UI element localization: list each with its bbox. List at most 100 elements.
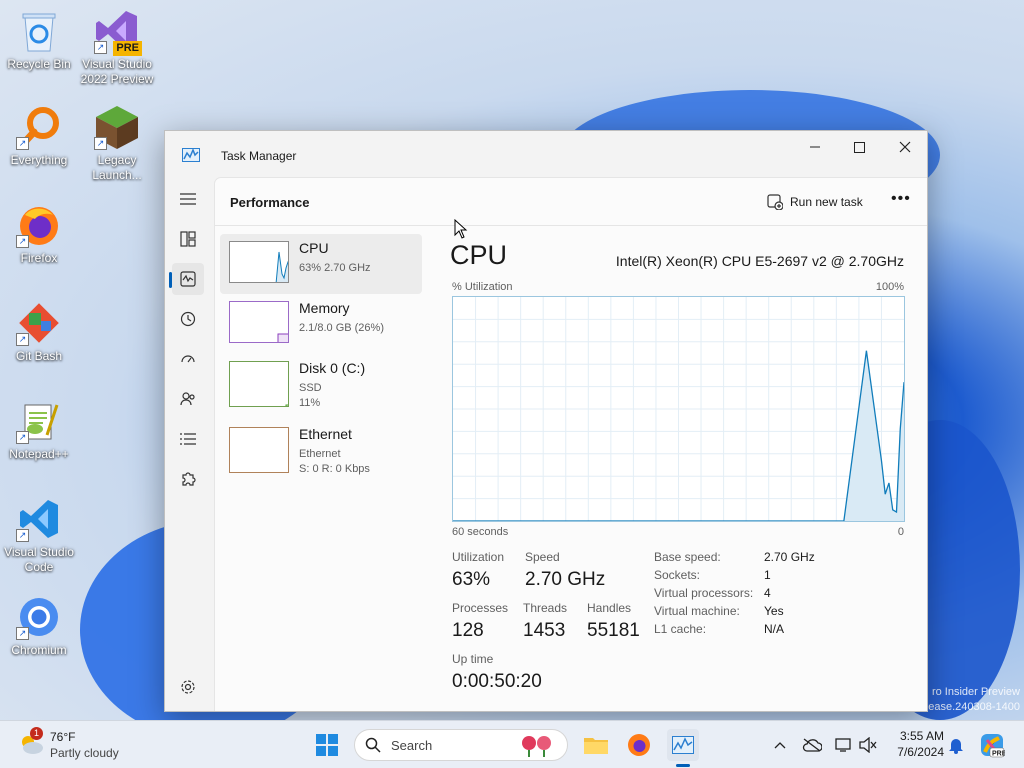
- taskbar-search-box[interactable]: Search: [354, 729, 568, 761]
- shortcut-arrow-icon: ↗: [16, 235, 29, 248]
- notepad-plus-plus-icon: ↗: [16, 398, 62, 444]
- nav-performance-button[interactable]: [169, 263, 204, 295]
- nav-users-button[interactable]: [172, 383, 204, 415]
- minimize-button[interactable]: [792, 131, 838, 163]
- utilization-axis-max: 100%: [875, 281, 904, 293]
- device-item-ethernet[interactable]: Ethernet Ethernet S: 0 R: 0 Kbps: [220, 420, 422, 480]
- firefox-icon: ↗: [16, 202, 62, 248]
- content-pane: Performance Run new task ••• CPU 63% 2.7…: [214, 177, 927, 711]
- desktop-icon-everything[interactable]: ↗ Everything: [0, 104, 78, 168]
- visual-studio-icon: PRE ↗: [94, 8, 142, 56]
- search-placeholder: Search: [391, 737, 433, 753]
- device-detail: SSD: [299, 382, 322, 394]
- hamburger-menu-button[interactable]: [172, 183, 204, 215]
- uptime-value: 0:00:50:20: [452, 671, 542, 692]
- weather-description: Partly cloudy: [50, 746, 119, 760]
- device-item-disk[interactable]: Disk 0 (C:) SSD 11%: [220, 354, 422, 414]
- chevron-up-icon: [774, 742, 786, 749]
- run-new-task-label: Run new task: [790, 195, 863, 209]
- roses-search-highlight-icon: [522, 736, 551, 757]
- nav-startup-apps-button[interactable]: [172, 343, 204, 375]
- taskbar-file-explorer[interactable]: [580, 729, 612, 761]
- firefox-icon: [628, 734, 650, 756]
- close-button[interactable]: [882, 131, 928, 163]
- threads-label: Threads: [523, 601, 568, 615]
- taskbar: 1 76°F Partly cloudy Search 3:55 AM 7/6/…: [0, 720, 1024, 768]
- device-name: Memory: [299, 300, 350, 316]
- folder-icon: [584, 738, 608, 754]
- onedrive-tray-button[interactable]: [796, 729, 828, 761]
- shortcut-arrow-icon: ↗: [16, 333, 29, 346]
- nav-details-button[interactable]: [172, 423, 204, 455]
- list-icon: [180, 433, 196, 445]
- desktop-icon-git-bash[interactable]: ↗ Git Bash: [0, 300, 78, 364]
- svg-text:PRE: PRE: [992, 751, 1005, 758]
- gear-icon: [181, 680, 195, 694]
- threads-value: 1453: [523, 620, 566, 641]
- show-hidden-icons-button[interactable]: [764, 729, 796, 761]
- device-name: Disk 0 (C:): [299, 360, 366, 376]
- bell-icon: [949, 739, 963, 754]
- nav-settings-button[interactable]: [172, 671, 204, 703]
- utilization-value: 63%: [452, 569, 491, 590]
- cpu-model-name: Intel(R) Xeon(R) CPU E5-2697 v2 @ 2.70GH…: [615, 253, 904, 269]
- device-detail-secondary: 11%: [299, 397, 321, 409]
- utilization-label: Utilization: [452, 550, 505, 564]
- l1-cache-label: L1 cache:: [654, 622, 707, 636]
- recycle-bin-icon: [16, 8, 62, 54]
- nav-processes-button[interactable]: [172, 223, 204, 255]
- device-item-memory[interactable]: Memory 2.1/8.0 GB (26%): [220, 294, 422, 354]
- cpu-utilization-graph: [452, 296, 905, 522]
- virtual-processors-label: Virtual processors:: [654, 586, 754, 600]
- utilization-axis-label: % Utilization: [452, 281, 513, 293]
- desktop-icon-visual-studio[interactable]: PRE ↗ Visual Studio 2022 Preview: [78, 8, 156, 87]
- title-bar[interactable]: Task Manager: [165, 131, 927, 177]
- speed-label: Speed: [525, 550, 560, 564]
- insider-watermark-line2: ease.240308-1400: [928, 701, 1020, 713]
- shortcut-arrow-icon: ↗: [16, 529, 29, 542]
- volume-muted-icon: [859, 737, 877, 753]
- shortcut-arrow-icon: ↗: [16, 627, 29, 640]
- task-manager-icon: [672, 736, 694, 754]
- start-button[interactable]: [311, 729, 343, 761]
- copilot-button[interactable]: PRE: [976, 729, 1008, 761]
- nav-app-history-button[interactable]: [172, 303, 204, 335]
- weather-widget[interactable]: 1 76°F Partly cloudy: [16, 727, 126, 763]
- processes-icon: [180, 231, 196, 247]
- weather-temperature: 76°F: [50, 730, 76, 744]
- taskbar-task-manager[interactable]: [667, 729, 699, 767]
- puzzle-icon: [182, 472, 196, 486]
- device-name: CPU: [299, 240, 329, 256]
- desktop-icon-legacy-launcher[interactable]: ↗ Legacy Launch...: [78, 104, 156, 183]
- device-detail: 63% 2.70 GHz: [299, 262, 371, 274]
- volume-tray-button[interactable]: [852, 729, 884, 761]
- maximize-button[interactable]: [836, 131, 882, 163]
- page-title: Performance: [230, 195, 310, 210]
- run-new-task-button[interactable]: Run new task: [767, 194, 863, 210]
- memory-thumbnail-graph: [229, 301, 289, 343]
- chromium-icon: ↗: [16, 594, 62, 640]
- cpu-heading: CPU: [450, 240, 508, 270]
- speed-value: 2.70 GHz: [525, 569, 606, 590]
- content-header: Performance Run new task •••: [215, 178, 927, 226]
- shortcut-arrow-icon: ↗: [94, 137, 107, 150]
- clock[interactable]: 3:55 AM 7/6/2024: [884, 729, 944, 759]
- l1-cache-value: N/A: [764, 622, 785, 636]
- desktop-icon-notepad-plus-plus[interactable]: ↗ Notepad++: [0, 398, 78, 462]
- shortcut-arrow-icon: ↗: [16, 431, 29, 444]
- desktop-icon-recycle-bin[interactable]: Recycle Bin: [0, 8, 78, 72]
- desktop-icon-firefox[interactable]: ↗ Firefox: [0, 202, 78, 266]
- active-app-indicator: [676, 764, 690, 767]
- ethernet-thumbnail-graph: [229, 427, 289, 473]
- desktop-icon-vscode[interactable]: ↗ Visual Studio Code: [0, 496, 78, 575]
- more-options-button[interactable]: •••: [891, 190, 911, 208]
- notifications-button[interactable]: [940, 729, 972, 761]
- taskbar-firefox[interactable]: [623, 729, 655, 761]
- windows-start-icon: [316, 734, 338, 756]
- shortcut-arrow-icon: ↗: [94, 41, 107, 54]
- preview-badge: PRE: [113, 41, 142, 56]
- desktop-icon-chromium[interactable]: ↗ Chromium: [0, 594, 78, 658]
- device-item-cpu[interactable]: CPU 63% 2.70 GHz: [220, 234, 422, 294]
- everything-search-icon: ↗: [16, 104, 62, 150]
- nav-services-button[interactable]: [172, 463, 204, 495]
